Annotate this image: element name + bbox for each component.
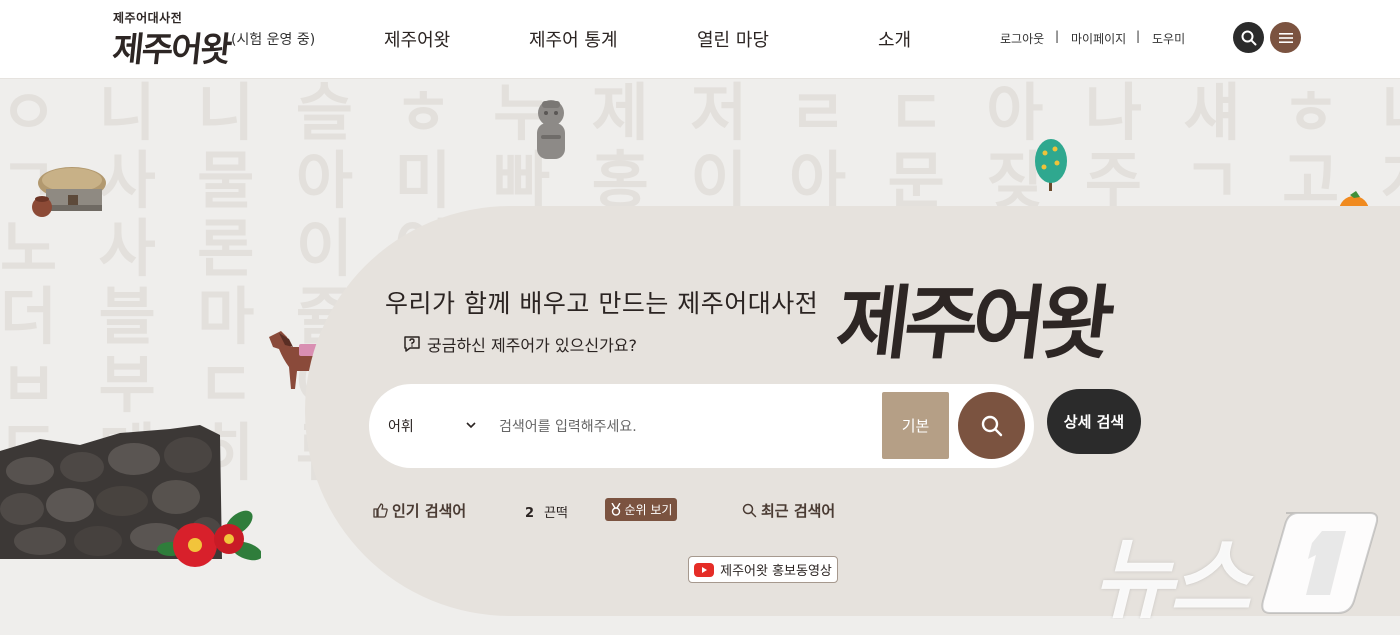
nav-jejueowat[interactable]: 제주어왓 [384, 26, 450, 52]
mypage-link[interactable]: 마이페이지 [1071, 30, 1126, 47]
youtube-icon [694, 562, 715, 577]
question-bubble-icon [404, 336, 420, 352]
tree-illustration [1035, 139, 1067, 191]
promo-video-label: 제주어왓 홍보동영상 [720, 564, 832, 579]
hero-subtitle: 궁금하신 제주어가 있으신가요? [403, 332, 637, 356]
search-input[interactable] [497, 410, 871, 444]
logout-link[interactable]: 로그아웃 [1000, 30, 1044, 47]
rank-word: 끈떡 [544, 506, 568, 521]
search-icon [1241, 30, 1256, 45]
menu-button[interactable] [1270, 22, 1301, 53]
promo-video-button[interactable]: 제주어왓 홍보동영상 [688, 556, 838, 583]
search-type-select[interactable]: 어휘 [388, 416, 414, 436]
advanced-search-button[interactable]: 상세 검색 [1047, 389, 1141, 454]
hamburger-menu-icon [1278, 32, 1293, 43]
hero-section: ㅇ 니 니 슬 ㅎ 누 제 저 ㄹ ㄷ 아 나 섀 ㅎ 니 니 슬 ㄱ 사 물 … [0, 79, 1400, 619]
help-link[interactable]: 도우미 [1152, 30, 1185, 47]
site-header: 제주어대사전 제주어왓 (시험 운영 중) 제주어왓 제주어 통계 열린 마당 … [0, 0, 1400, 79]
site-logo[interactable]: 제주어왓 [110, 22, 232, 71]
header-search-button[interactable] [1233, 22, 1264, 53]
util-separator: | [1136, 29, 1141, 43]
nav-statistics[interactable]: 제주어 통계 [529, 26, 618, 52]
chevron-down-icon[interactable] [465, 414, 477, 438]
view-ranking-label: 순위 보기 [624, 503, 673, 517]
medal-icon [610, 503, 621, 516]
recent-searches-text: 최근 검색어 [761, 502, 836, 520]
hero-title: 우리가 함께 배우고 만드는 제주어대사전 [385, 289, 819, 318]
search-bar: 어휘 기본 [369, 384, 1034, 468]
dol-hareubang-statue-illustration [537, 100, 565, 159]
thatched-house-illustration [32, 167, 106, 217]
util-separator: | [1055, 29, 1060, 43]
popular-searches-label: 인기 검색어 [373, 500, 466, 521]
rank-number: 2 [525, 506, 535, 521]
camellia-flower-illustration [157, 510, 261, 567]
trial-status-label: (시험 운영 중) [231, 32, 316, 48]
nav-open-forum[interactable]: 열린 마당 [697, 26, 769, 52]
recent-searches-button[interactable]: 최근 검색어 [742, 500, 835, 521]
news-watermark-text: 뉴스 [1093, 528, 1251, 619]
basic-search-mode-button[interactable]: 기본 [882, 392, 949, 459]
nav-about[interactable]: 소개 [878, 26, 911, 52]
popular-rank-item[interactable]: 2 끈떡 [525, 502, 568, 521]
search-submit-button[interactable] [958, 392, 1025, 459]
thumbs-up-icon [373, 503, 388, 518]
popular-searches-text: 인기 검색어 [392, 502, 467, 520]
hero-logo: 제주어왓 [831, 276, 1114, 370]
news1-logo-mark [1261, 512, 1378, 614]
view-ranking-button[interactable]: 순위 보기 [605, 498, 677, 521]
search-icon [742, 503, 757, 518]
hero-subtitle-text: 궁금하신 제주어가 있으신가요? [427, 336, 638, 355]
search-icon [981, 415, 1002, 436]
